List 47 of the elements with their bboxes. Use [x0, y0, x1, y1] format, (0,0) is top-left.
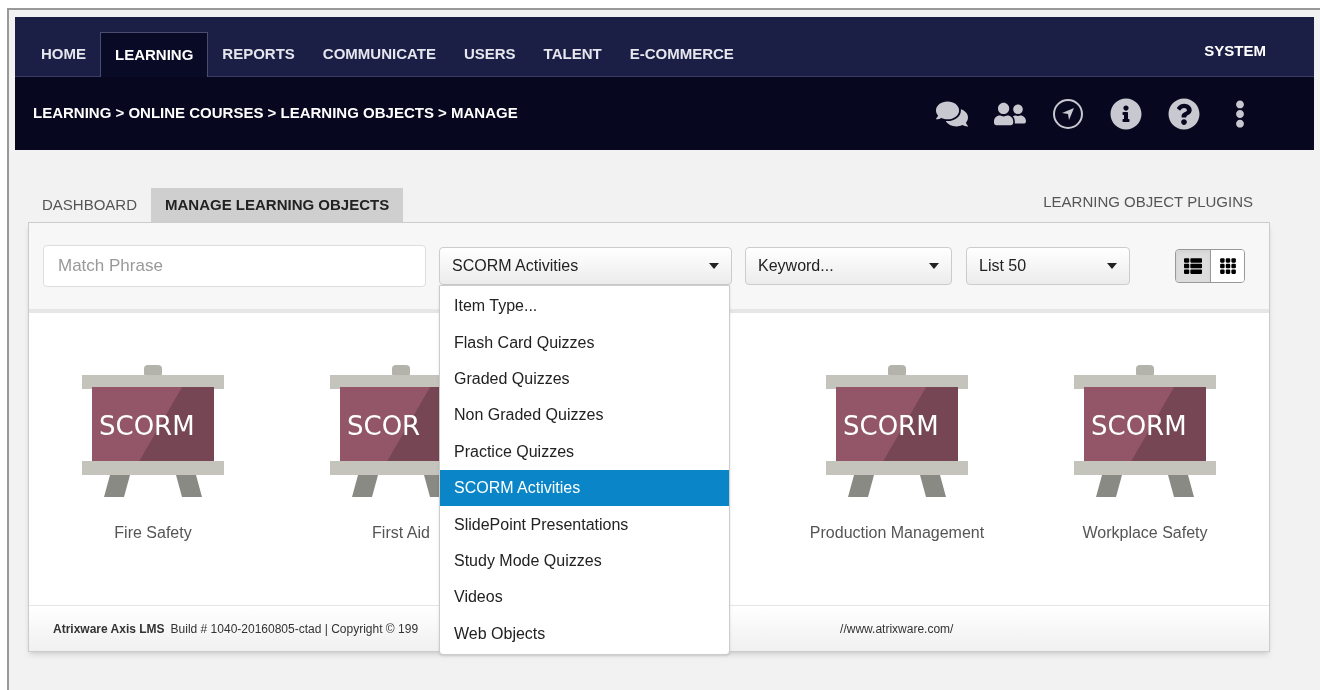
dropdown-option[interactable]: Item Type... [440, 288, 729, 325]
caret-icon [929, 263, 939, 269]
dropdown-option[interactable]: Flash Card Quizzes [440, 324, 729, 361]
board-label: SCORM [843, 411, 939, 441]
dropdown-option[interactable]: Practice Quizzes [440, 433, 729, 470]
help-icon[interactable] [1168, 97, 1200, 130]
board-label: SCORM [1091, 411, 1187, 441]
list-size-select[interactable]: List 50 [966, 247, 1130, 285]
course-title[interactable]: First Aid [372, 521, 430, 545]
navigation-icon[interactable] [1052, 97, 1084, 130]
caret-icon [1107, 263, 1117, 269]
system-menu[interactable]: SYSTEM [1204, 39, 1266, 62]
nav-tab[interactable]: REPORTS [208, 32, 309, 76]
page-tab[interactable]: DASHBOARD [28, 188, 152, 222]
dropdown-option[interactable]: SCORM Activities [440, 469, 729, 507]
breadcrumb: LEARNING > ONLINE COURSES > LEARNING OBJECTS > MANAGE [33, 103, 518, 124]
plugins-link[interactable]: LEARNING OBJECT PLUGINS [1043, 190, 1253, 213]
footer-text: Build # 1040-20160805-ctad | Copyright © 199 [170, 620, 419, 638]
grid-view-button[interactable] [1210, 250, 1244, 282]
info-icon[interactable] [1110, 97, 1142, 130]
nav-tab[interactable]: LEARNING [100, 32, 209, 77]
course-title[interactable]: Fire Safety [114, 521, 192, 545]
nav-tab[interactable]: TALENT [529, 32, 616, 76]
nav-tab[interactable]: HOME [27, 32, 100, 76]
board-label: SCORM [99, 411, 195, 441]
caret-icon [709, 263, 719, 269]
course-title[interactable]: Workplace Safety [1082, 521, 1208, 545]
board-label: SCOR [347, 411, 421, 441]
footer-link[interactable]: //www.atrixware.com/ [840, 619, 954, 638]
keyword-select[interactable]: Keyword... [745, 247, 952, 285]
page-tab[interactable]: MANAGE LEARNING OBJECTS [151, 188, 404, 222]
footer-brand: Atrixware Axis LMS [53, 620, 165, 638]
course-title[interactable]: Production Management [809, 521, 985, 545]
item-type-select[interactable]: SCORM Activities [439, 247, 732, 285]
dropdown-option[interactable]: SlidePoint Presentations [440, 506, 729, 543]
search-field[interactable]: Match Phrase [43, 245, 426, 287]
dropdown-option[interactable]: Study Mode Quizzes [440, 542, 729, 580]
nav-tab[interactable]: COMMUNICATE [308, 32, 450, 76]
dropdown-option[interactable]: Videos [440, 579, 729, 616]
dropdown-option[interactable]: Non Graded Quizzes [440, 397, 729, 434]
grid-icon [1218, 257, 1237, 275]
dropdown-option[interactable]: Graded Quizzes [440, 360, 729, 398]
dropdown-option[interactable]: Web Objects [440, 615, 729, 652]
list-view-button[interactable] [1176, 250, 1210, 282]
list-icon [1184, 257, 1202, 275]
nav-tab[interactable]: USERS [449, 32, 530, 76]
nav-tab[interactable]: E-COMMERCE [615, 32, 748, 76]
